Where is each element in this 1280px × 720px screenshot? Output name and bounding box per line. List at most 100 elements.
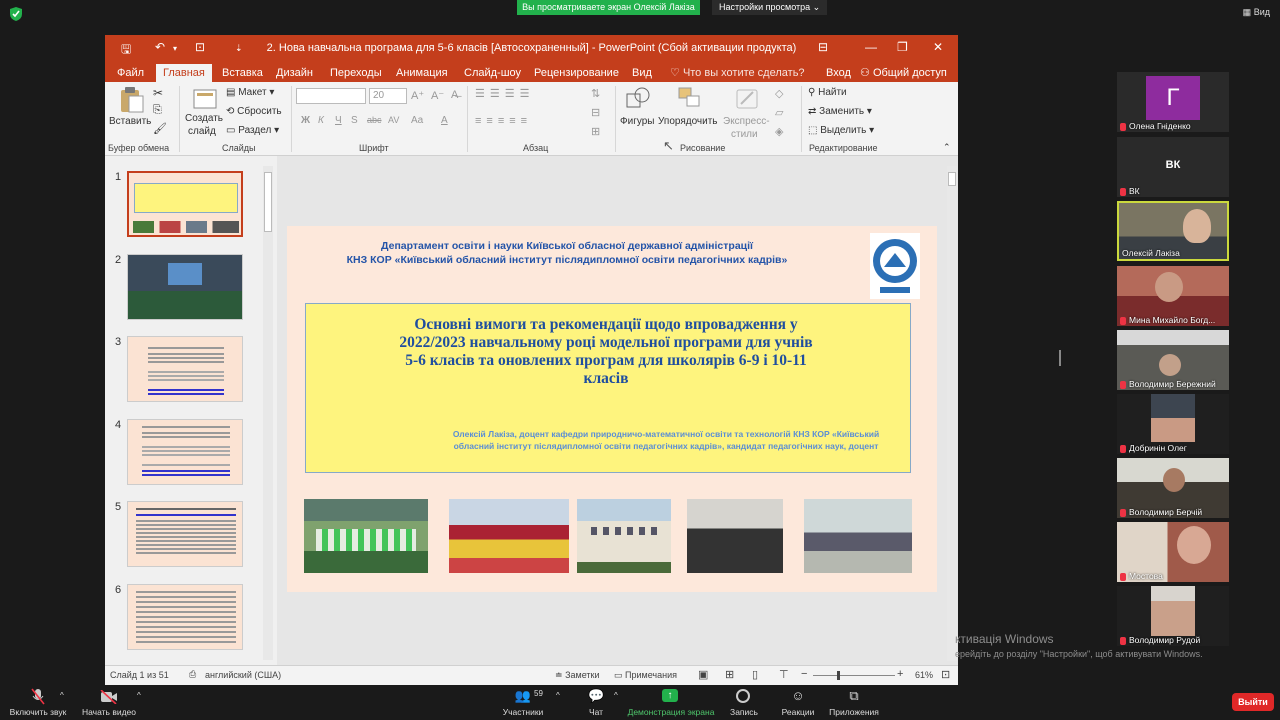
apps-button[interactable]: ⧉ Приложения — [829, 685, 879, 717]
slide-thumbnail[interactable] — [127, 501, 243, 567]
notes-button[interactable]: ≐ Заметки — [555, 670, 600, 681]
cut-icon[interactable]: ✂ — [153, 86, 163, 100]
chat-button[interactable]: 💬 Чат — [588, 685, 604, 717]
view-settings-button[interactable]: Настройки просмотра ⌄ — [712, 0, 828, 15]
reading-view-icon[interactable]: ▯ — [752, 668, 758, 681]
shape-outline-icon[interactable]: ▱ — [775, 106, 783, 119]
clear-format-icon[interactable]: A̶ — [451, 89, 458, 101]
tell-me-search[interactable]: ♡ Что вы хотите сделать? — [663, 64, 812, 82]
audio-options-icon[interactable]: ^ — [60, 691, 64, 700]
italic-button[interactable]: К — [318, 115, 324, 126]
participants-button[interactable]: 👥 Участники — [503, 685, 544, 717]
slide-scrollbar[interactable] — [947, 166, 957, 661]
unmute-button[interactable]: Включить звук — [10, 685, 66, 717]
participant-tile[interactable]: Мостова — [1117, 522, 1229, 582]
participant-tile[interactable]: Г Олена Гніденко — [1117, 72, 1229, 132]
shadow-button[interactable]: S — [351, 115, 358, 126]
participant-tile[interactable]: Володимир Бережний — [1117, 330, 1229, 390]
reset-button[interactable]: ⟲ Сбросить — [226, 106, 282, 117]
align-text-icon[interactable]: ⊟ — [591, 106, 600, 119]
slide-thumbnail[interactable] — [127, 336, 243, 402]
quick-styles-label-2[interactable]: стили — [731, 129, 758, 140]
select-button[interactable]: ⬚ Выделить ▾ — [808, 125, 874, 136]
font-name-box[interactable] — [296, 88, 366, 104]
font-shrink-icon[interactable]: A⁻ — [431, 89, 444, 102]
participant-tile[interactable]: Добринін Олег — [1117, 394, 1229, 454]
record-button[interactable]: Запись — [730, 685, 758, 717]
format-painter-icon[interactable]: 🖌 — [153, 122, 167, 135]
spacing-button[interactable]: AV — [388, 115, 399, 125]
slideshow-view-icon[interactable]: ⊤ — [779, 668, 789, 681]
participant-tile[interactable]: Володимир Берчій — [1117, 458, 1229, 518]
language-indicator[interactable]: английский (США) — [205, 670, 281, 680]
video-options-icon[interactable]: ^ — [137, 691, 141, 700]
share-button[interactable]: ⚇ Общий доступ — [853, 64, 954, 82]
copy-icon[interactable]: ⎘ — [153, 104, 162, 117]
paste-button[interactable]: Вставить — [109, 116, 151, 127]
current-slide[interactable]: Департамент освіти і науки Київської обл… — [287, 226, 937, 592]
restore-icon[interactable]: ❐ — [897, 40, 908, 54]
normal-view-icon[interactable]: ▣ — [698, 668, 708, 681]
zoom-level[interactable]: 61% — [915, 670, 933, 680]
text-direction-icon[interactable]: ⇅ — [591, 87, 600, 100]
underline-button[interactable]: Ч — [335, 115, 342, 126]
participant-tile[interactable]: Мина Михайло Богд... — [1117, 266, 1229, 326]
find-button[interactable]: ⚲ Найти — [808, 87, 847, 98]
tab-animations[interactable]: Анимация — [389, 64, 455, 82]
strikethrough-button[interactable]: abc — [367, 115, 382, 125]
chat-options-icon[interactable]: ^ — [614, 691, 618, 700]
slide-sorter-icon[interactable]: ⊞ — [725, 668, 734, 681]
zoom-slider-thumb[interactable] — [837, 671, 840, 680]
new-slide-icon[interactable] — [193, 87, 217, 111]
change-case-button[interactable]: Aa — [411, 115, 423, 126]
reactions-button[interactable]: ☺ Реакции — [782, 685, 815, 717]
alignment-icons[interactable]: ≡≡≡≡≡ — [475, 115, 532, 127]
scrollbar-thumb[interactable] — [948, 172, 956, 186]
slide-thumbnails-pane[interactable]: 1 2 3 4 5 6 — [105, 156, 277, 665]
shapes-icon[interactable] — [625, 86, 651, 112]
zoom-slider[interactable] — [813, 671, 895, 680]
tab-home[interactable]: Главная — [156, 64, 212, 82]
arrange-label[interactable]: Упорядочить — [658, 116, 718, 127]
arrange-icon[interactable] — [677, 86, 703, 112]
thumbnails-scrollbar[interactable] — [263, 166, 273, 660]
new-slide-label-1[interactable]: Создать — [185, 113, 223, 124]
slide-thumbnail[interactable] — [127, 419, 243, 485]
tab-slideshow[interactable]: Слайд-шоу — [457, 64, 528, 82]
paste-icon[interactable] — [119, 86, 145, 114]
participant-tile[interactable]: Володимир Рудой — [1117, 586, 1229, 646]
slide-thumbnail[interactable] — [127, 254, 243, 320]
title-box[interactable]: Основні вимоги та рекомендації щодо впро… — [305, 303, 911, 473]
shape-fill-icon[interactable]: ◇ — [775, 87, 783, 100]
paragraph-list-icons[interactable]: ☰☰☰☰ — [475, 87, 534, 100]
close-icon[interactable]: ✕ — [933, 40, 943, 54]
share-screen-button[interactable]: ↑ Демонстрация экрана — [628, 685, 714, 717]
layout-button[interactable]: ▤ Макет ▾ — [226, 87, 274, 98]
zoom-in-icon[interactable]: + — [897, 668, 903, 680]
tab-design[interactable]: Дизайн — [269, 64, 320, 82]
ribbon-display-icon[interactable]: ⊟ — [818, 40, 828, 54]
start-video-button[interactable]: Начать видео — [82, 685, 136, 717]
minimize-icon[interactable]: — — [865, 40, 877, 54]
shield-icon[interactable] — [10, 7, 22, 21]
font-size-box[interactable]: 20 — [369, 88, 407, 104]
smartart-icon[interactable]: ⊞ — [591, 125, 600, 138]
bold-button[interactable]: Ж — [301, 115, 310, 126]
collapse-ribbon-icon[interactable]: ⌃ — [943, 142, 951, 153]
spellcheck-icon[interactable]: ⎙ — [189, 669, 196, 680]
tab-review[interactable]: Рецензирование — [527, 64, 626, 82]
split-divider-handle[interactable] — [1059, 350, 1061, 366]
new-slide-label-2[interactable]: слайд — [188, 126, 216, 137]
tab-insert[interactable]: Вставка — [215, 64, 270, 82]
slide-thumbnail[interactable] — [127, 171, 243, 237]
quick-styles-icon[interactable] — [735, 86, 761, 112]
shapes-label[interactable]: Фигуры — [620, 116, 654, 127]
section-button[interactable]: ▭ Раздел ▾ — [226, 125, 279, 136]
scrollbar-thumb[interactable] — [264, 172, 272, 232]
font-color-button[interactable]: A — [441, 115, 448, 126]
leave-button[interactable]: Выйти — [1232, 693, 1274, 711]
font-grow-icon[interactable]: A⁺ — [411, 89, 424, 102]
zoom-out-icon[interactable]: − — [801, 668, 807, 680]
participants-options-icon[interactable]: ^ — [556, 691, 560, 700]
fit-slide-icon[interactable]: ⊡ — [941, 668, 950, 681]
